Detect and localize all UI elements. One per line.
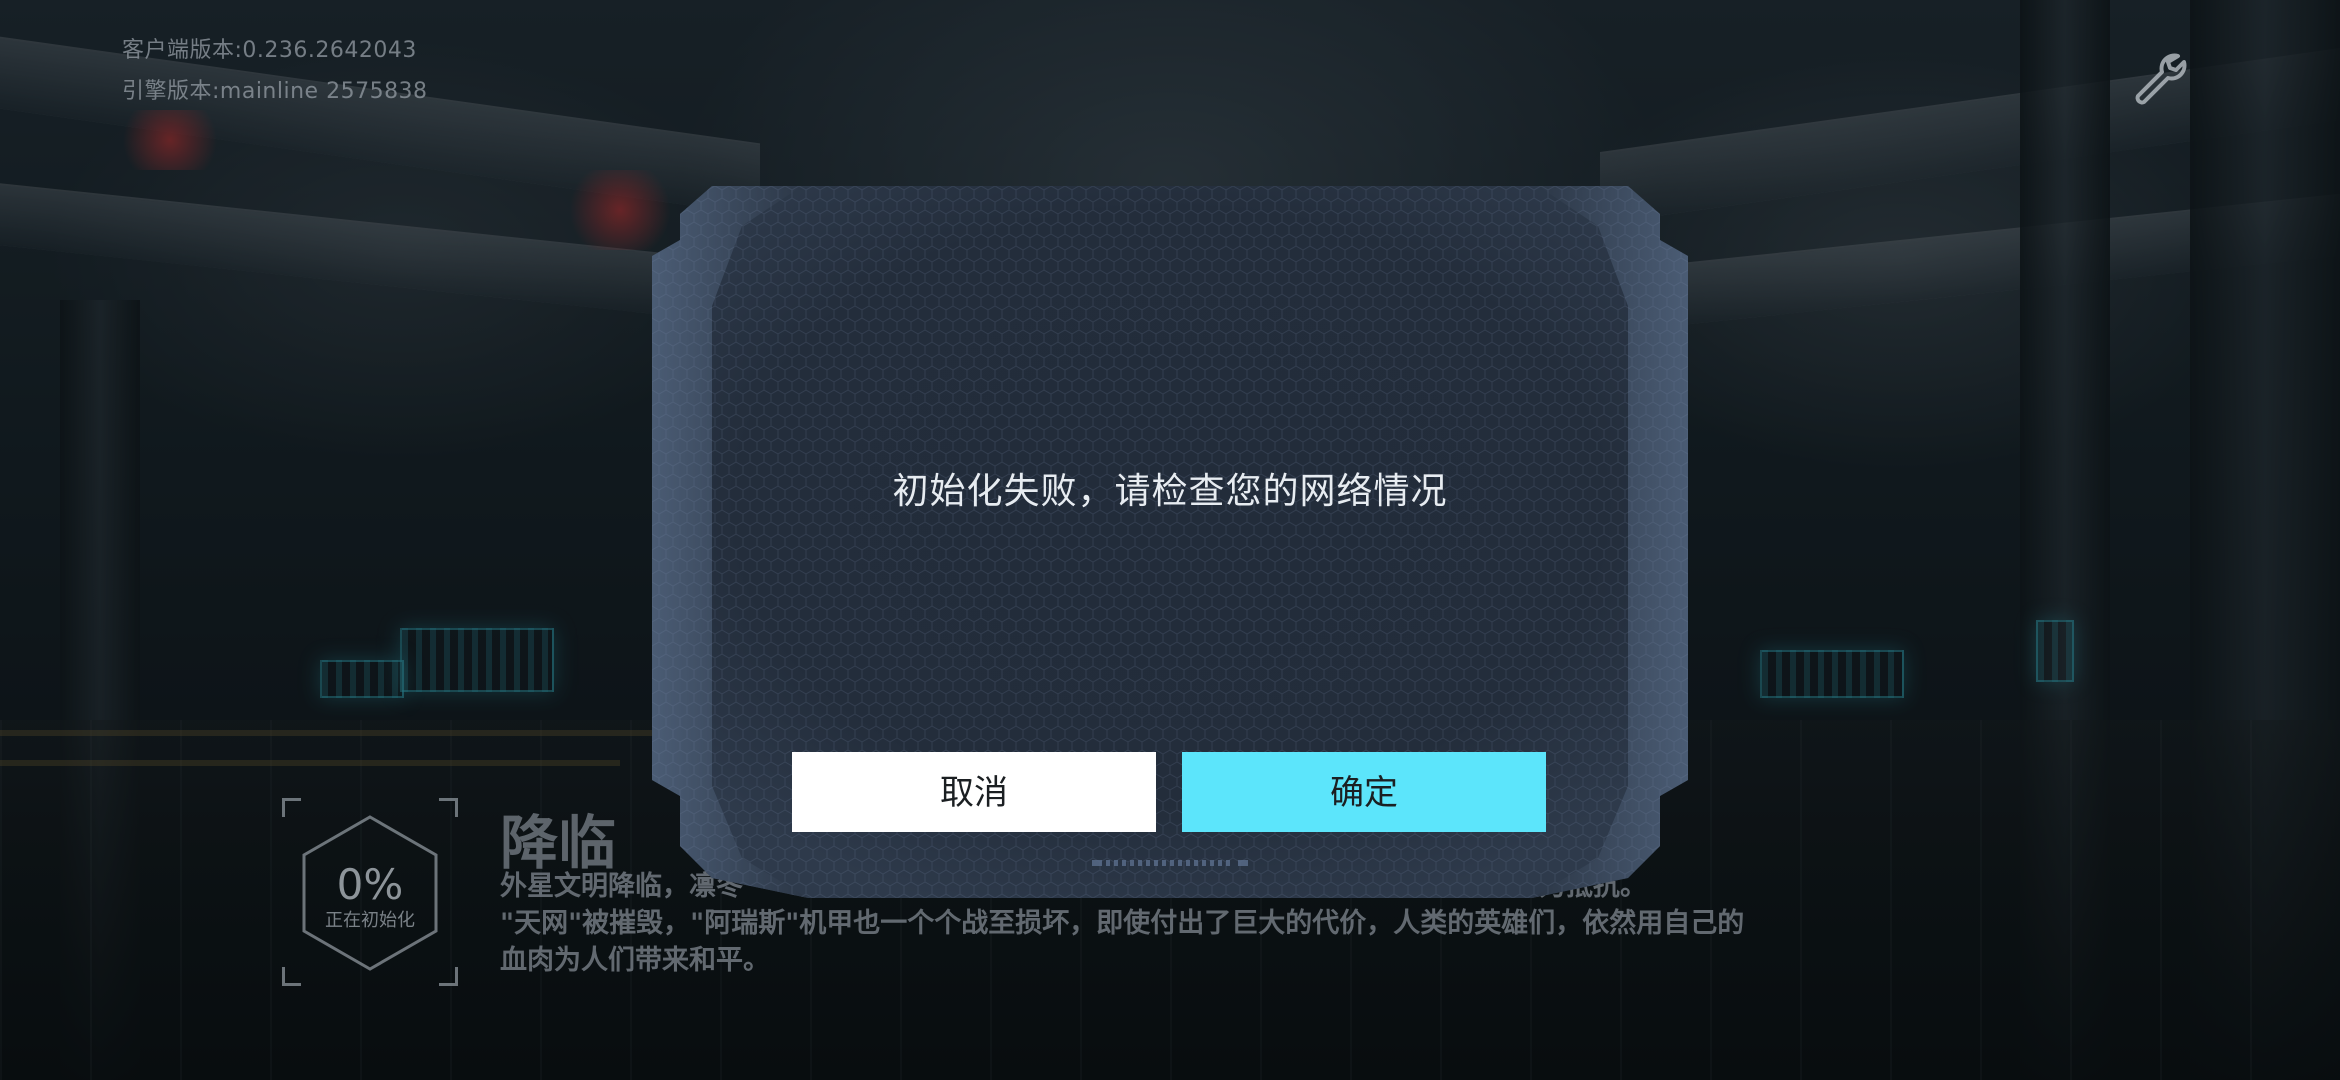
frame-corner — [439, 798, 458, 817]
story-line: "天网"被摧毁，"阿瑞斯"机甲也一个个战至损坏，即使付出了巨大的代价，人类的英雄… — [500, 908, 1745, 939]
wrench-icon[interactable] — [2130, 50, 2190, 110]
confirm-button[interactable]: 确定 — [1182, 752, 1546, 832]
frame-corner — [282, 967, 301, 986]
error-dialog: 初始化失败，请检查您的网络情况 取消 确定 — [652, 186, 1688, 898]
loading-indicator: 0% 正在初始化 — [282, 798, 458, 986]
engine-version: 引擎版本:mainline 2575838 — [122, 79, 428, 104]
client-version: 客户端版本:0.236.2642043 — [122, 38, 417, 63]
dialog-decoration — [1092, 860, 1248, 866]
loading-status: 正在初始化 — [325, 910, 415, 931]
cancel-button[interactable]: 取消 — [792, 752, 1156, 832]
loading-percent: 0% — [336, 860, 404, 909]
dialog-message: 初始化失败，请检查您的网络情况 — [892, 471, 1448, 512]
story-line: 血肉为人们带来和平。 — [500, 945, 770, 976]
game-screen: 客户端版本:0.236.2642043 引擎版本:mainline 257583… — [0, 0, 2340, 1080]
frame-corner — [439, 967, 458, 986]
frame-corner — [282, 798, 301, 817]
